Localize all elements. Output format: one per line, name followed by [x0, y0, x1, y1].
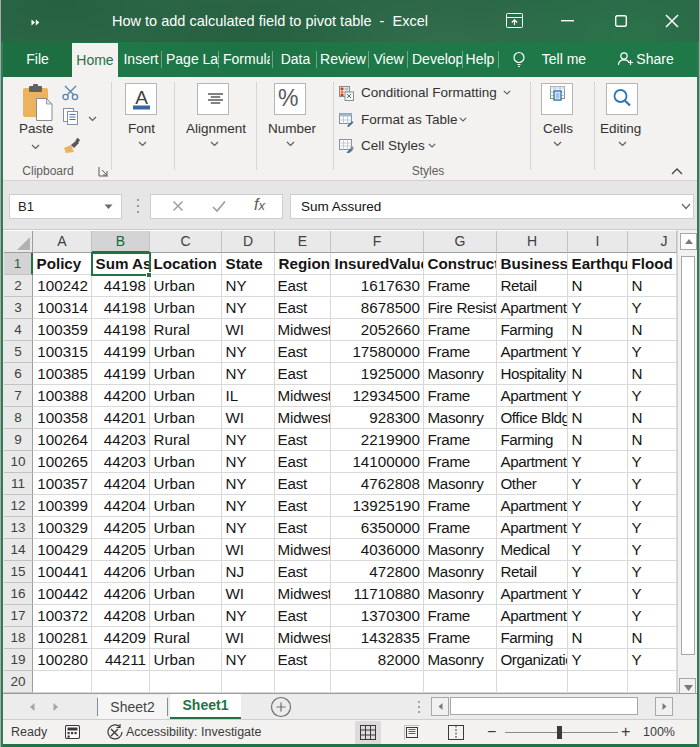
svg-text:A: A — [135, 88, 148, 108]
